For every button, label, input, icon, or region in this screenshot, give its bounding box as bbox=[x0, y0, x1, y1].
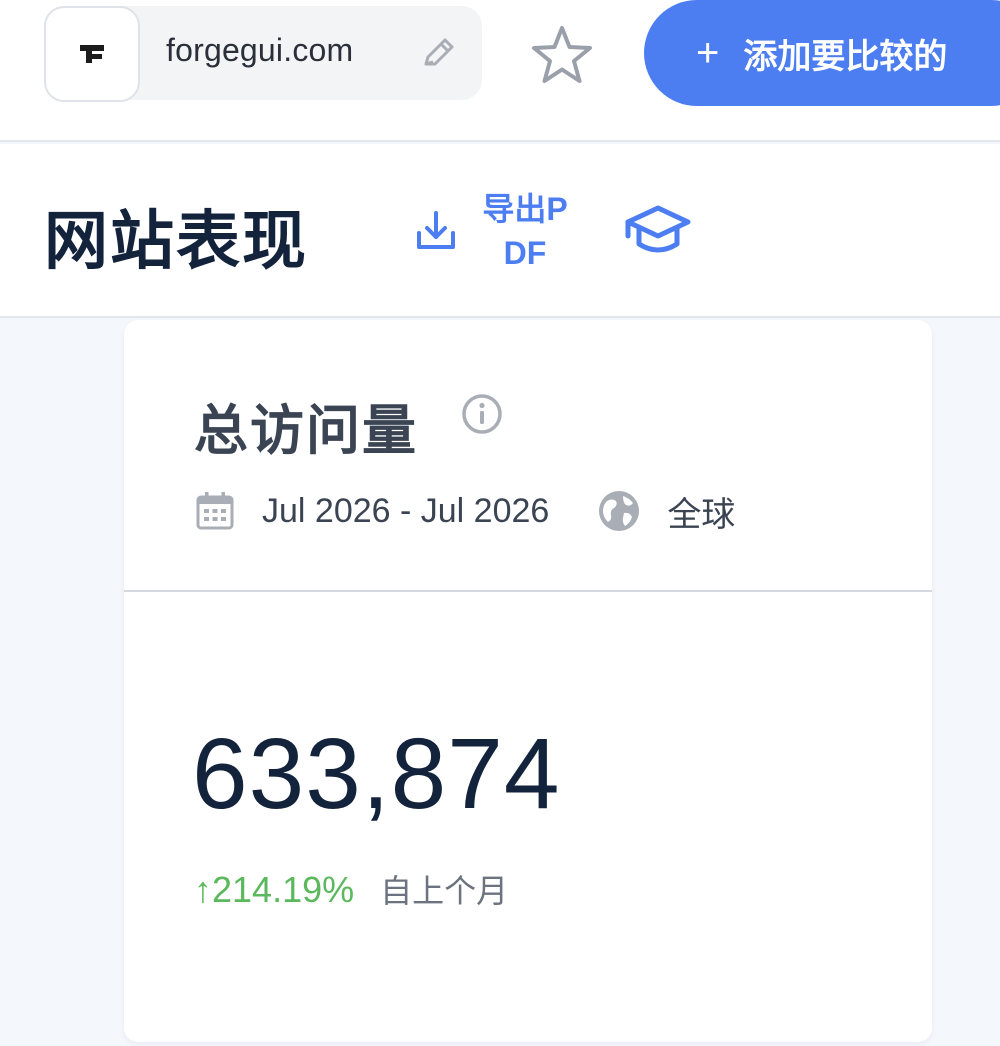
change-caption: 自上个月 bbox=[380, 873, 509, 909]
total-visits-card: 总访问量 Jul 2026 - Jul 2026 全球 633,874 ↑214… bbox=[124, 320, 932, 1042]
site-favicon bbox=[44, 6, 140, 102]
download-icon bbox=[417, 211, 455, 249]
change-row: ↑214.19% 自上个月 bbox=[194, 866, 508, 912]
add-comparison-button[interactable]: + 添加要比较的 bbox=[644, 0, 1000, 106]
total-visits-value: 633,874 bbox=[192, 718, 561, 830]
site-chip[interactable]: forgegui.com bbox=[44, 6, 482, 102]
region-label: 全球 bbox=[667, 495, 736, 534]
export-pdf-label: 导出PDF bbox=[482, 191, 568, 271]
calendar-icon bbox=[196, 492, 234, 530]
export-pdf-button[interactable]: 导出PDF bbox=[412, 166, 568, 296]
site-domain: forgegui.com bbox=[166, 32, 354, 68]
change-percentage: ↑214.19% bbox=[194, 869, 355, 910]
info-icon[interactable] bbox=[460, 392, 504, 436]
card-meta: Jul 2026 - Jul 2026 全球 bbox=[194, 488, 735, 534]
graduation-cap-icon[interactable] bbox=[624, 202, 692, 260]
card-header: 总访问量 Jul 2026 - Jul 2026 全球 bbox=[124, 320, 932, 592]
add-comparison-label: 添加要比较的 bbox=[743, 37, 948, 76]
page-header: 网站表现 导出PDF bbox=[0, 144, 1000, 318]
globe-icon bbox=[599, 491, 640, 531]
plus-icon: + bbox=[696, 31, 720, 75]
star-outline-icon[interactable] bbox=[528, 22, 596, 90]
card-title: 总访问量 bbox=[194, 401, 418, 461]
top-bar: forgegui.com + 添加要比较的 bbox=[0, 0, 1000, 142]
page-title: 网站表现 bbox=[44, 205, 308, 277]
pencil-icon[interactable] bbox=[418, 34, 458, 74]
forge-logo-icon bbox=[80, 45, 104, 63]
date-range: Jul 2026 - Jul 2026 bbox=[262, 491, 550, 530]
